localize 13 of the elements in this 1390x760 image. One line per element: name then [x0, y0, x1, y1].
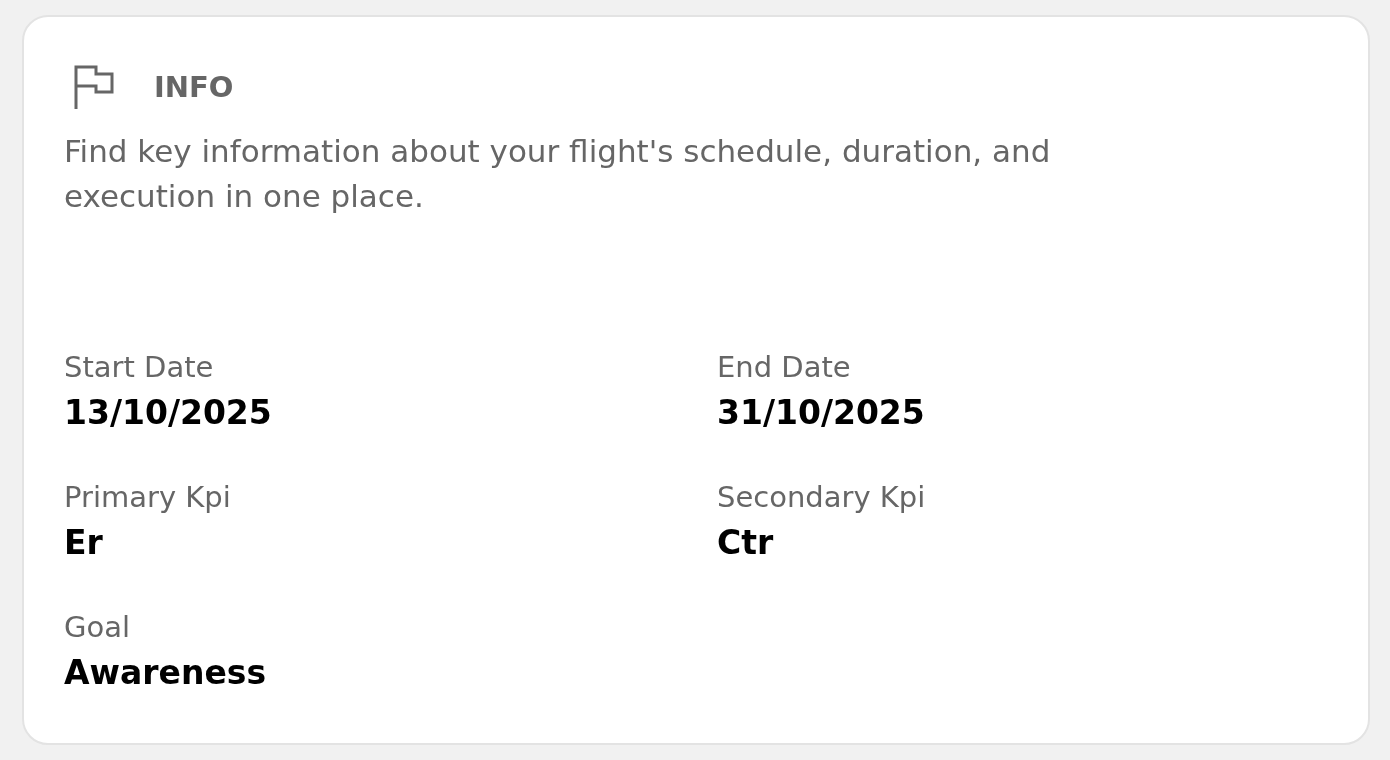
field-value: 13/10/2025 [64, 392, 272, 434]
flag-icon [74, 65, 114, 109]
field-value: 31/10/2025 [717, 392, 925, 434]
field-label: Start Date [64, 349, 214, 386]
field-label: Secondary Kpi [717, 479, 926, 516]
field-value: Er [64, 522, 103, 564]
field-label: Primary Kpi [64, 479, 231, 516]
card-title: INFO [154, 69, 234, 106]
card-description: Find key information about your flight's schedule, duration, and execution in one place. [64, 132, 1052, 216]
field-value: Ctr [717, 522, 774, 564]
field-label: End Date [717, 349, 851, 386]
field-label: Goal [64, 609, 131, 646]
field-value: Awareness [64, 652, 267, 694]
